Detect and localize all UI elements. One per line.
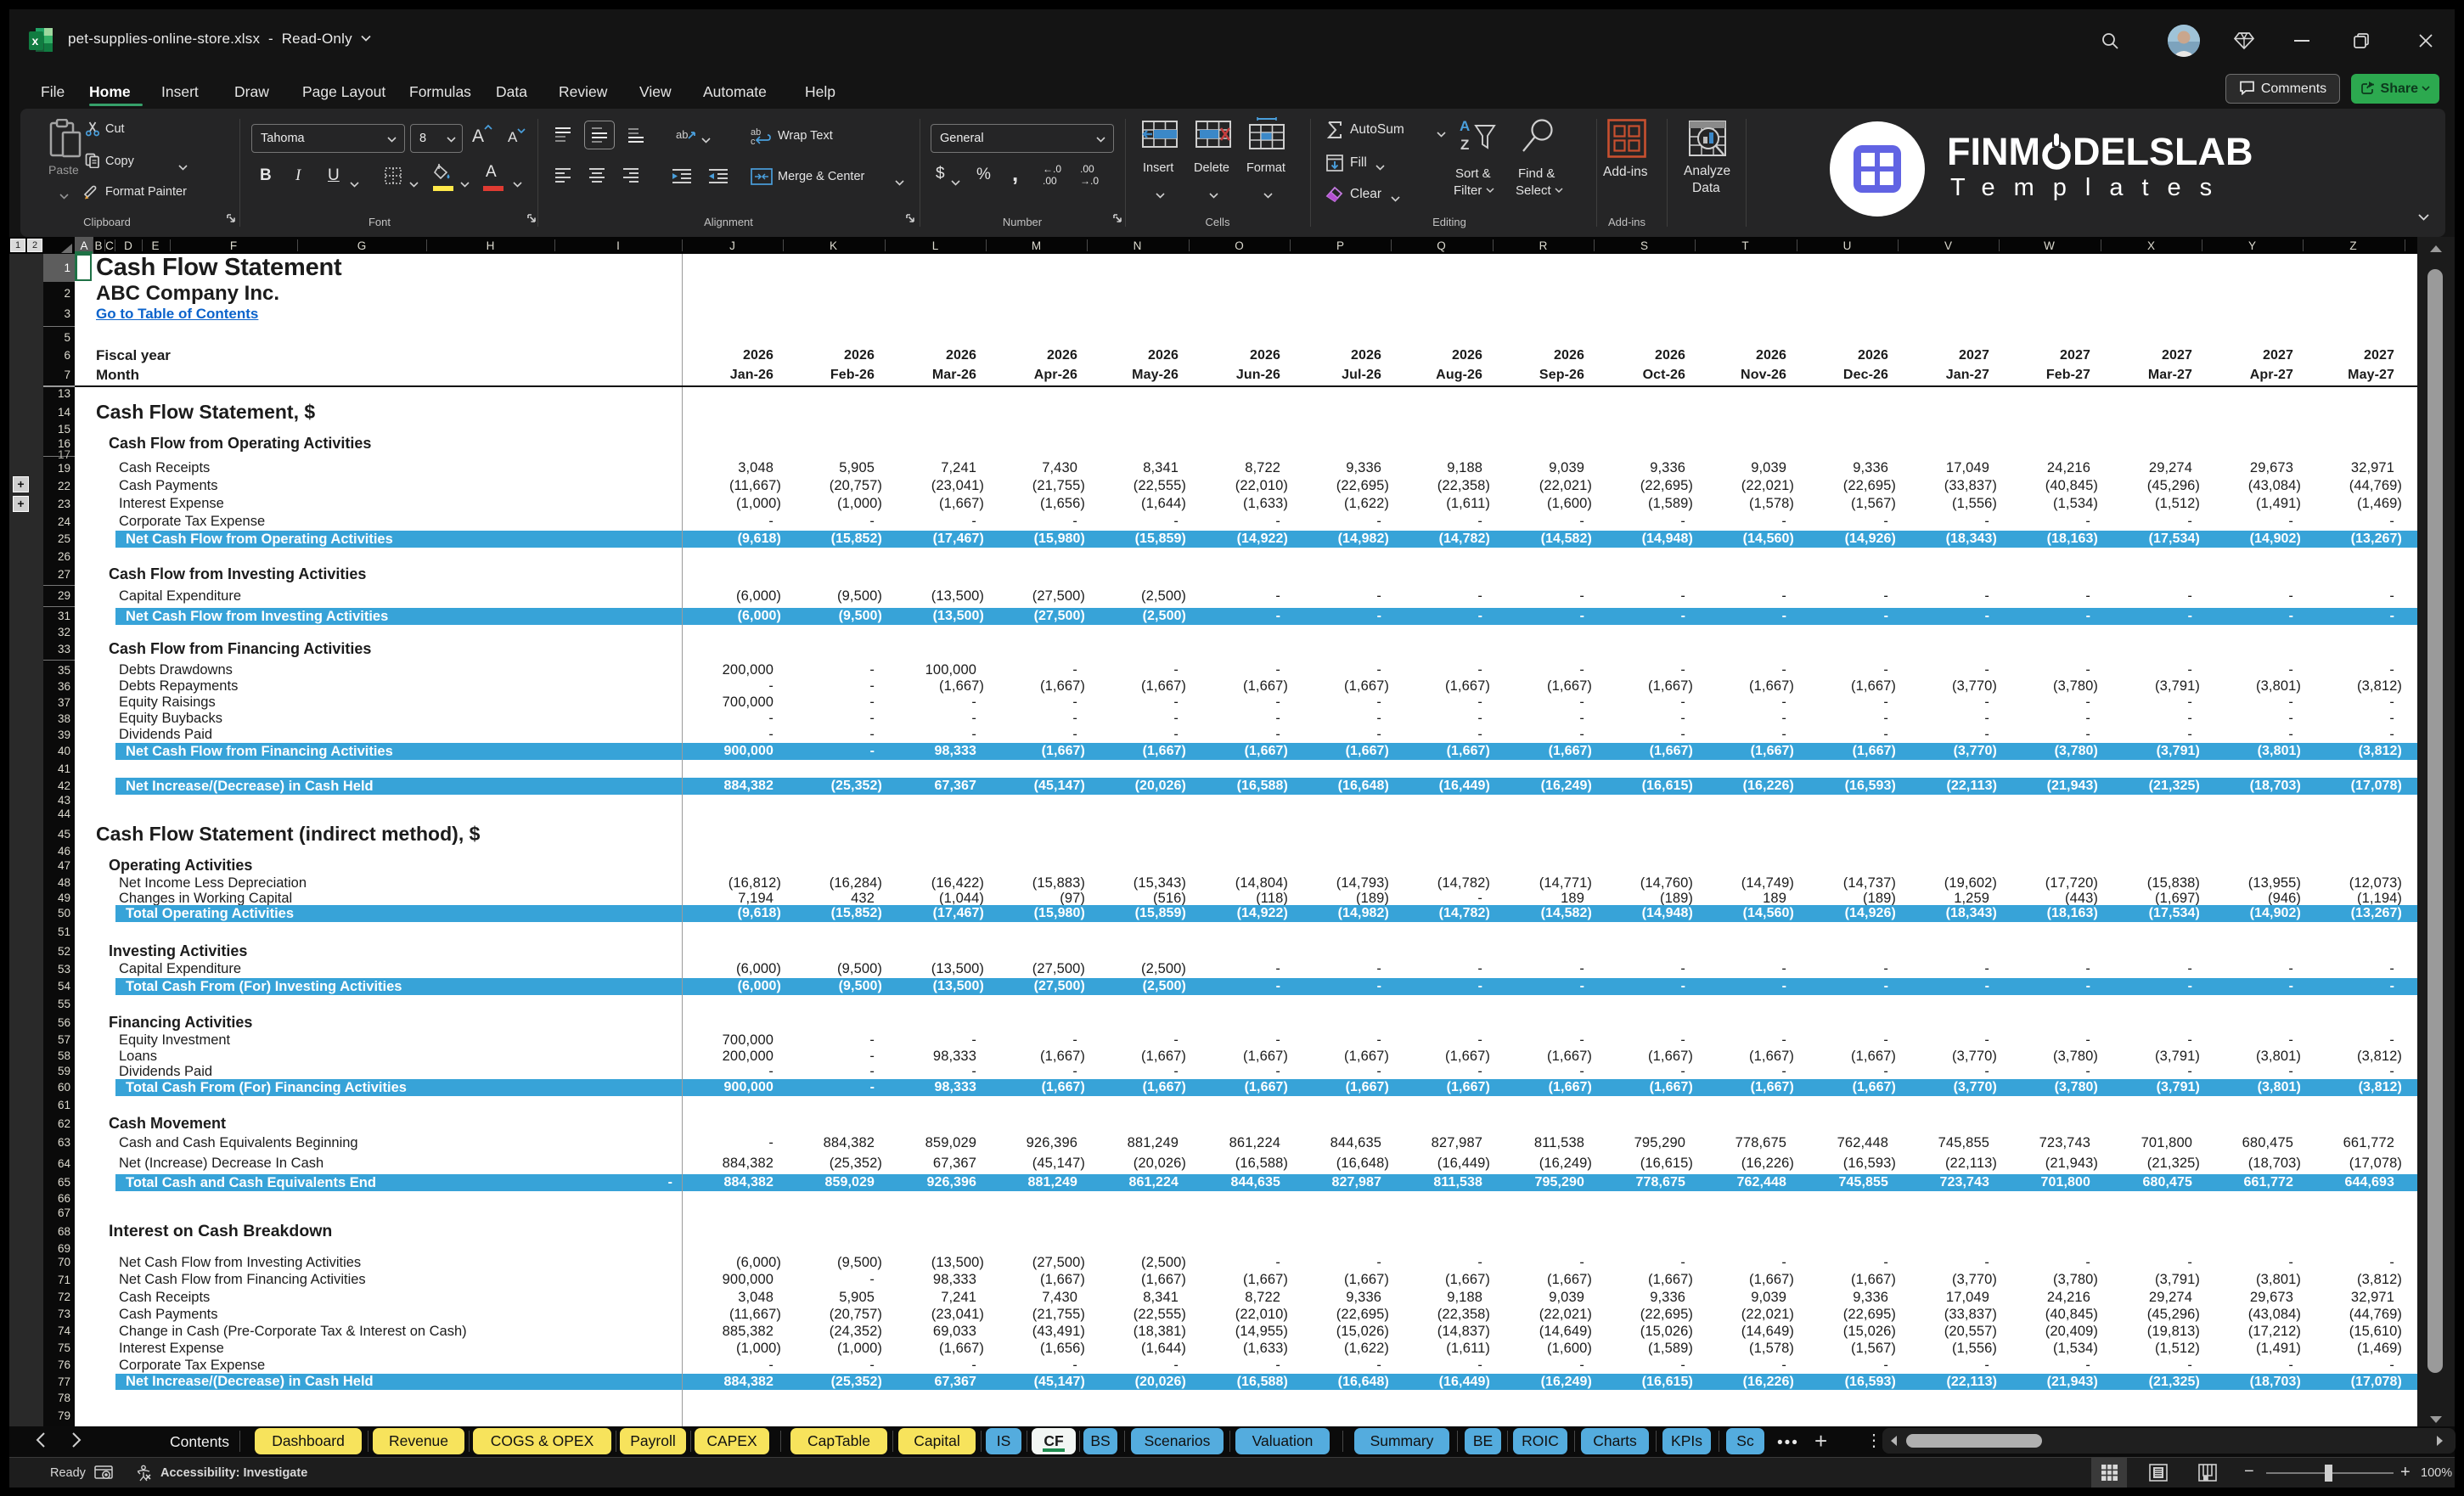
svg-text:ab: ab [676, 128, 688, 141]
svg-text:c: c [751, 137, 756, 146]
svg-text:Z: Z [1460, 137, 1469, 153]
svg-text:x: x [32, 34, 39, 48]
svg-text:A: A [1460, 118, 1470, 134]
